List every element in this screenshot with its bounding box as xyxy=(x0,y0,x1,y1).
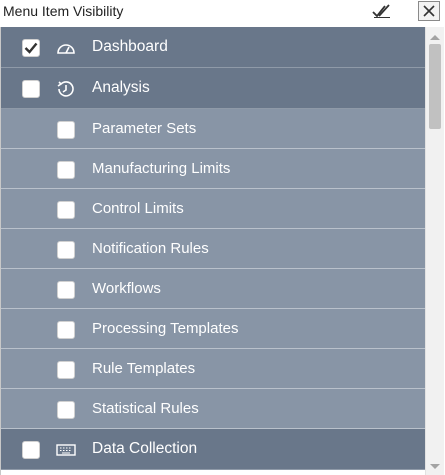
scroll-up-arrow-icon[interactable] xyxy=(430,35,440,40)
checkbox[interactable] xyxy=(57,321,75,339)
speedometer-icon xyxy=(55,38,77,58)
checkbox[interactable] xyxy=(22,39,40,57)
checkbox[interactable] xyxy=(22,80,40,98)
item-label: Statistical Rules xyxy=(92,400,199,417)
item-label: Analysis xyxy=(92,79,150,96)
history-icon xyxy=(55,79,77,99)
item-label: Parameter Sets xyxy=(92,120,197,137)
checkbox[interactable] xyxy=(57,401,75,419)
list-item-parameter-sets[interactable]: Parameter Sets xyxy=(1,109,425,149)
list-item-processing-templates[interactable]: Processing Templates xyxy=(1,309,425,349)
menu-item-visibility-dialog: Menu Item Visibility Dashboard Analysis … xyxy=(0,0,445,475)
checkbox[interactable] xyxy=(57,121,75,139)
list-item-notification-rules[interactable]: Notification Rules xyxy=(1,229,425,269)
checkbox[interactable] xyxy=(22,441,40,459)
checkbox[interactable] xyxy=(57,281,75,299)
checkbox[interactable] xyxy=(57,161,75,179)
list-item-manufacturing-limits[interactable]: Manufacturing Limits xyxy=(1,149,425,189)
item-label: Rule Templates xyxy=(92,360,196,377)
list-item-control-limits[interactable]: Control Limits xyxy=(1,189,425,229)
item-label: Processing Templates xyxy=(92,320,239,337)
item-label: Control Limits xyxy=(92,200,184,217)
item-label: Notification Rules xyxy=(92,240,209,257)
check-all-button[interactable] xyxy=(371,1,393,21)
list-item-analysis[interactable]: Analysis xyxy=(1,68,425,109)
double-check-icon xyxy=(372,4,390,18)
item-label: Dashboard xyxy=(92,38,168,55)
list-item-data-collection[interactable]: Data Collection xyxy=(1,429,425,470)
scrollbar-thumb[interactable] xyxy=(429,44,441,129)
list-item-statistical-rules[interactable]: Statistical Rules xyxy=(1,389,425,429)
close-icon xyxy=(423,5,435,17)
menu-item-list: Dashboard Analysis Parameter Sets Manufa… xyxy=(0,27,425,475)
keyboard-icon xyxy=(55,440,77,460)
item-label: Manufacturing Limits xyxy=(92,160,231,177)
checkbox[interactable] xyxy=(57,241,75,259)
close-button[interactable] xyxy=(418,1,440,21)
checkbox[interactable] xyxy=(57,201,75,219)
checkbox[interactable] xyxy=(57,361,75,379)
dialog-title: Menu Item Visibility xyxy=(3,3,124,19)
scroll-down-arrow-icon[interactable] xyxy=(430,464,440,469)
title-bar: Menu Item Visibility xyxy=(0,0,445,26)
list-item-dashboard[interactable]: Dashboard xyxy=(1,27,425,68)
item-label: Data Collection xyxy=(92,440,198,457)
item-label: Workflows xyxy=(92,280,161,297)
list-item-workflows[interactable]: Workflows xyxy=(1,269,425,309)
vertical-scrollbar[interactable] xyxy=(425,27,444,475)
checkmark-icon xyxy=(24,42,38,54)
list-item-rule-templates[interactable]: Rule Templates xyxy=(1,349,425,389)
